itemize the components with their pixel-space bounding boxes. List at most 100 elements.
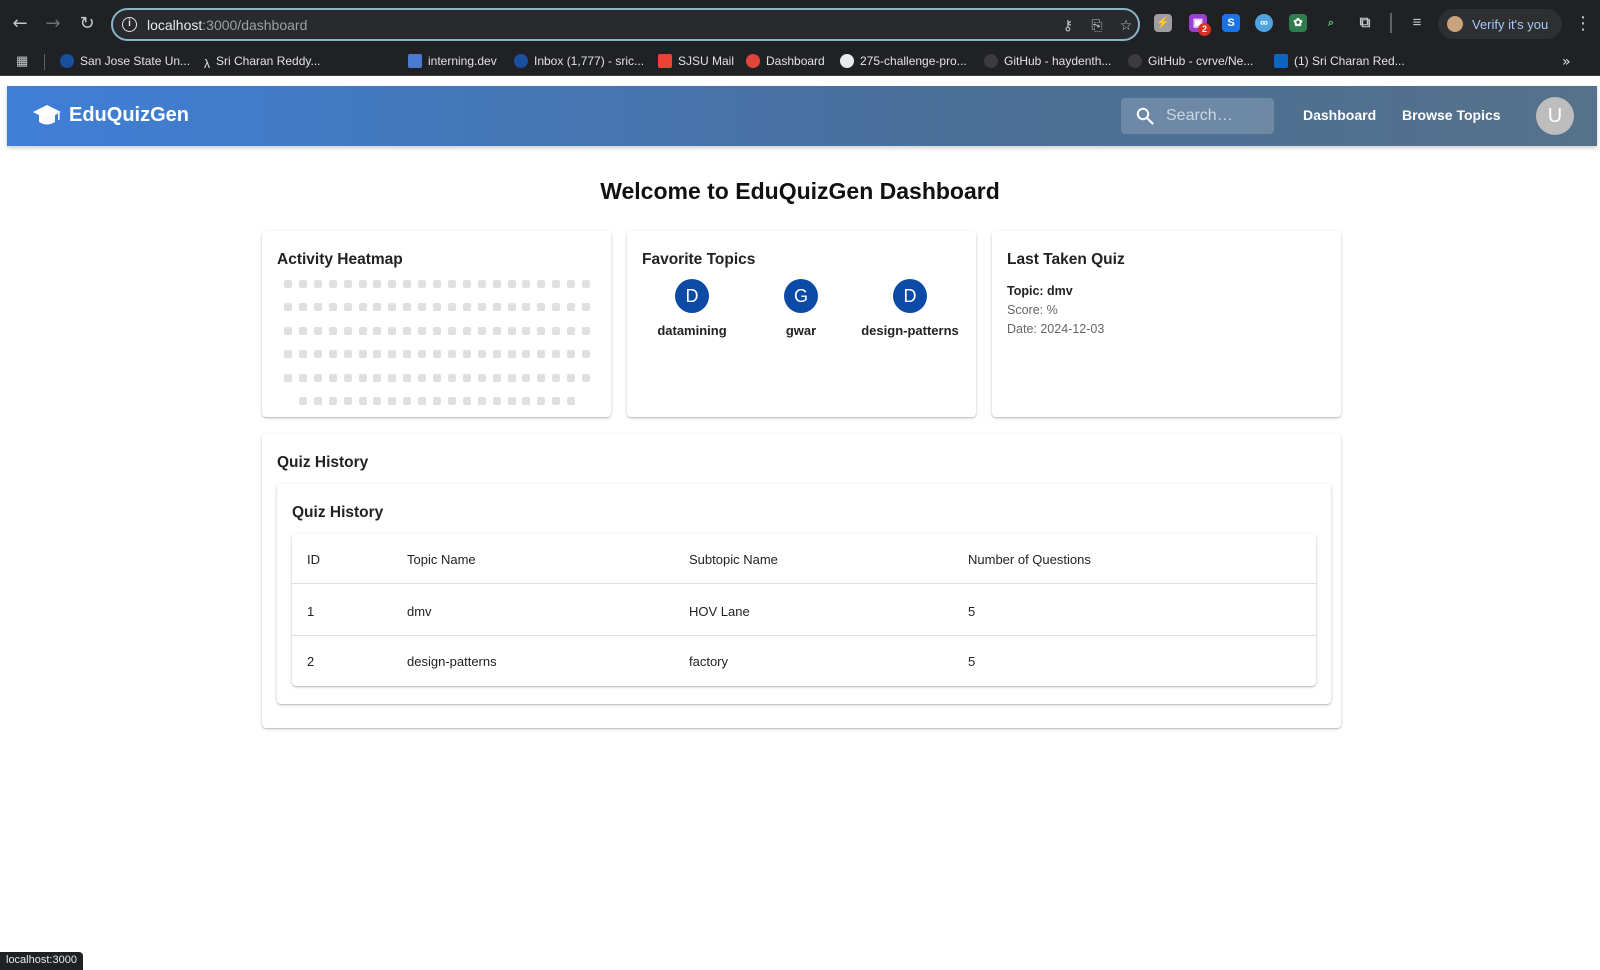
- extensions-puzzle-icon[interactable]: ⧉: [1356, 14, 1374, 32]
- heatmap-cell: [329, 397, 337, 405]
- bookmark-item[interactable]: San Jose State Un...: [60, 54, 190, 70]
- heatmap-cell: [433, 374, 441, 382]
- extension-icon[interactable]: ∞: [1255, 14, 1273, 32]
- address-bar[interactable]: i localhost:3000/dashboard ⚷ ⎘ ☆: [111, 8, 1140, 41]
- verify-profile-button[interactable]: Verify it's you: [1438, 9, 1562, 39]
- extension-icon[interactable]: S: [1222, 14, 1240, 32]
- favorite-topic-item[interactable]: D design-patterns: [855, 279, 965, 338]
- table-row[interactable]: 1 dmv HOV Lane 5: [292, 586, 1316, 636]
- bookmark-item[interactable]: Inbox (1,777) - sric...: [514, 54, 644, 70]
- heatmap-cell: [359, 350, 367, 358]
- heatmap-cell: [418, 280, 426, 288]
- bookmark-item[interactable]: Dashboard: [746, 54, 825, 70]
- heatmap-cell: [567, 303, 575, 311]
- column-header: Subtopic Name: [689, 552, 778, 567]
- heatmap-cell: [344, 374, 352, 382]
- nav-browse-topics-link[interactable]: Browse Topics: [1402, 107, 1501, 123]
- github-favicon: [1128, 54, 1142, 68]
- bookmark-item[interactable]: 275-challenge-pro...: [840, 54, 967, 70]
- lambda-favicon: λ: [204, 57, 210, 71]
- heatmap-cell: [344, 303, 352, 311]
- heatmap-cell: [493, 397, 501, 405]
- site-info-icon[interactable]: i: [122, 17, 137, 32]
- heatmap-cell: [299, 374, 307, 382]
- heatmap-cell: [388, 397, 396, 405]
- media-control-icon[interactable]: ≡: [1408, 14, 1426, 32]
- heatmap-cell: [463, 303, 471, 311]
- heatmap-cell: [314, 397, 322, 405]
- last-quiz-score: Score: %: [1007, 303, 1058, 317]
- extension-icon[interactable]: ✿: [1289, 14, 1307, 32]
- heatmap-cell: [463, 397, 471, 405]
- table-cell: factory: [689, 654, 729, 669]
- extension-icon[interactable]: ▣ 2: [1189, 14, 1211, 36]
- bookmark-star-icon[interactable]: ☆: [1117, 17, 1135, 35]
- heatmap-cell: [552, 327, 560, 335]
- heatmap-cell: [314, 374, 322, 382]
- zoom-extension-icon[interactable]: ⌕: [1322, 14, 1340, 32]
- back-arrow-icon[interactable]: ←: [8, 12, 32, 36]
- column-header: Topic Name: [407, 552, 476, 567]
- heatmap-cell: [448, 374, 456, 382]
- heatmap-cell: [522, 280, 530, 288]
- heatmap-cell: [522, 303, 530, 311]
- bookmark-item[interactable]: GitHub - cvrve/Ne...: [1128, 54, 1253, 70]
- heatmap-cell: [582, 280, 590, 288]
- page-title: Welcome to EduQuizGen Dashboard: [600, 178, 1000, 204]
- heatmap-cell: [567, 397, 575, 405]
- apps-grid-icon[interactable]: ▦: [16, 54, 30, 68]
- heatmap-cell: [403, 327, 411, 335]
- bookmark-item[interactable]: GitHub - haydenth...: [984, 54, 1111, 70]
- search-icon: [1136, 107, 1154, 125]
- heatmap-cell: [522, 397, 530, 405]
- dashboard-favicon: [746, 54, 760, 68]
- table-row[interactable]: 2 design-patterns factory 5: [292, 636, 1316, 686]
- reload-icon[interactable]: ↻: [75, 12, 99, 36]
- extension-badge: 2: [1198, 23, 1211, 36]
- toolbar-divider: [1390, 13, 1392, 33]
- card-title: Last Taken Quiz: [1007, 251, 1125, 268]
- password-key-icon[interactable]: ⚷: [1059, 17, 1077, 35]
- heatmap-cell: [329, 374, 337, 382]
- heatmap-cell: [448, 350, 456, 358]
- table-cell: 5: [968, 654, 976, 669]
- heatmap-cell: [344, 327, 352, 335]
- nav-dashboard-link[interactable]: Dashboard: [1303, 107, 1376, 123]
- browser-menu-icon[interactable]: ⋮: [1574, 13, 1592, 34]
- heatmap-cell: [388, 280, 396, 288]
- heatmap-cell: [373, 280, 381, 288]
- quiz-history-card: Quiz History Quiz History ID Topic Name …: [262, 434, 1341, 728]
- address-url[interactable]: localhost:3000/dashboard: [147, 17, 307, 33]
- search-input[interactable]: [1166, 107, 1266, 125]
- topic-avatar: D: [893, 279, 927, 313]
- heatmap-cell: [552, 374, 560, 382]
- favorite-topic-item[interactable]: D datamining: [637, 279, 747, 338]
- user-avatar[interactable]: U: [1536, 97, 1574, 135]
- table-cell: design-patterns: [407, 654, 497, 669]
- heatmap-cell: [373, 397, 381, 405]
- heatmap-cell: [299, 327, 307, 335]
- brand-logo-text[interactable]: EduQuizGen: [69, 104, 189, 127]
- bookmark-item[interactable]: λ Sri Charan Reddy...: [204, 54, 321, 71]
- heatmap-cell: [403, 303, 411, 311]
- heatmap-cell: [508, 374, 516, 382]
- heatmap-cell: [433, 280, 441, 288]
- search-box[interactable]: [1121, 98, 1274, 134]
- heatmap-cell: [418, 397, 426, 405]
- bookmark-item[interactable]: SJSU Mail: [658, 54, 734, 70]
- bookmarks-bar: ▦ San Jose State Un... λ Sri Charan Reddy…: [0, 48, 1600, 118]
- more-bookmarks-icon[interactable]: »: [1562, 54, 1571, 70]
- install-app-icon[interactable]: ⎘: [1088, 17, 1106, 35]
- card-title: Quiz History: [277, 454, 369, 471]
- bookmark-item[interactable]: interning.dev: [408, 54, 497, 70]
- forward-arrow-icon[interactable]: →: [41, 12, 65, 36]
- extension-icon[interactable]: ⚡: [1154, 14, 1172, 32]
- bookmark-item[interactable]: (1) Sri Charan Red...: [1274, 54, 1405, 70]
- activity-heatmap-card: Activity Heatmap: [262, 231, 611, 417]
- quiz-history-inner-card: Quiz History ID Topic Name Subtopic Name…: [277, 484, 1331, 704]
- heatmap-cell: [284, 350, 292, 358]
- table-cell: 5: [968, 604, 976, 619]
- favorite-topic-item[interactable]: G gwar: [746, 279, 856, 338]
- heatmap-cell: [388, 350, 396, 358]
- heatmap-cell: [493, 374, 501, 382]
